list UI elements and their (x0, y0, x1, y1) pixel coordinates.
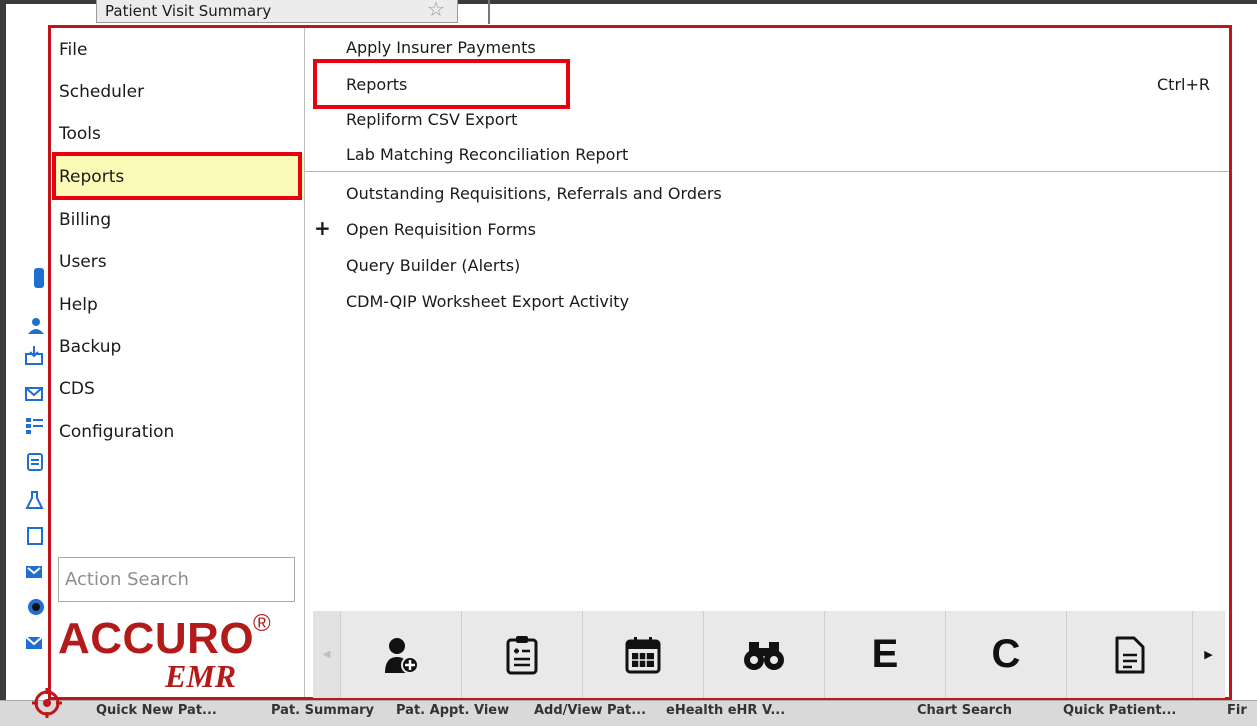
patient-visit-summary-tab[interactable]: Patient Visit Summary ☆ (96, 0, 458, 23)
toolbar-calendar-button[interactable] (582, 611, 703, 698)
tab-divider (488, 0, 490, 24)
menu-item-lab-matching-reconciliation[interactable]: Lab Matching Reconciliation Report (346, 145, 628, 164)
toolbar-scroll-left[interactable]: ◀ (313, 611, 340, 698)
category-users[interactable]: Users (59, 252, 107, 272)
category-scheduler[interactable]: Scheduler (59, 82, 144, 102)
menu-item-query-builder[interactable]: Query Builder (Alerts) (346, 256, 520, 275)
toolbar-chart-search-button[interactable]: C (945, 611, 1066, 698)
letter-c-icon: C (991, 632, 1021, 676)
reports-shortcut: Ctrl+R (1157, 75, 1210, 94)
toolbar-binoculars-button[interactable] (703, 611, 824, 698)
bottom-button-chart-search[interactable]: Chart Search (917, 703, 1012, 718)
bottom-button-quick-new-patient[interactable]: Quick New Pat... (96, 703, 217, 718)
window-left-edge (0, 0, 6, 700)
target-logo-icon[interactable] (32, 688, 62, 718)
scroll-icon[interactable] (24, 526, 44, 546)
blue-badge-icon[interactable] (24, 268, 44, 288)
category-annotation-box (52, 152, 302, 200)
menu-separator (305, 171, 1229, 172)
accuro-logo-text: ACCURO (58, 614, 255, 663)
add-patient-icon (385, 637, 419, 674)
menu-item-open-requisition-forms[interactable]: Open Requisition Forms (346, 220, 536, 239)
bottom-button-ehealth[interactable]: eHealth eHR V... (666, 703, 785, 718)
bottom-button-add-view-patient[interactable]: Add/View Pat... (534, 703, 646, 718)
toolbar-summary-button[interactable] (461, 611, 582, 698)
bottom-button-quick-patient[interactable]: Quick Patient... (1063, 703, 1176, 718)
category-tools[interactable]: Tools (59, 124, 101, 144)
patient-icon[interactable] (24, 316, 44, 336)
summary-clipboard-icon (506, 635, 538, 674)
lab-flask-icon[interactable] (24, 490, 44, 510)
web-icon[interactable] (24, 597, 44, 617)
category-help[interactable]: Help (59, 295, 98, 315)
inbox-download-icon[interactable] (24, 346, 44, 366)
letter-e-icon: E (871, 632, 899, 676)
bottom-button-pat-summary[interactable]: Pat. Summary (271, 703, 374, 718)
toolbar-document-button[interactable] (1066, 611, 1192, 698)
visit-tab-title: Patient Visit Summary (105, 2, 272, 20)
menu-item-apply-insurer-payments[interactable]: Apply Insurer Payments (346, 38, 536, 57)
bottom-button-pat-appt-view[interactable]: Pat. Appt. View (396, 703, 509, 718)
toolbar-add-patient-button[interactable] (340, 611, 461, 698)
menu-item-cdm-qip-export[interactable]: CDM-QIP Worksheet Export Activity (346, 292, 629, 311)
list-icon[interactable] (24, 416, 44, 436)
reports-item-annotation-box (313, 59, 570, 109)
fax-icon[interactable] (24, 562, 44, 582)
star-icon[interactable]: ☆ (427, 0, 445, 21)
category-configuration[interactable]: Configuration (59, 422, 174, 442)
calendar-icon (625, 636, 661, 673)
registered-mark: ® (253, 610, 271, 637)
menu-item-repliform-csv-export[interactable]: Repliform CSV Export (346, 110, 517, 129)
expand-plus-icon[interactable]: + (314, 216, 331, 240)
bottom-button-partial[interactable]: Fir (1227, 703, 1247, 718)
emr-logo-text: EMR (165, 658, 237, 694)
menu-item-outstanding-requisitions[interactable]: Outstanding Requisitions, Referrals and … (346, 184, 722, 203)
document-icon (1115, 636, 1144, 673)
category-cds[interactable]: CDS (59, 379, 95, 399)
category-file[interactable]: File (59, 40, 87, 60)
binoculars-icon (744, 641, 784, 670)
category-billing[interactable]: Billing (59, 210, 111, 230)
message-icon[interactable] (24, 633, 44, 653)
action-search-input[interactable] (58, 557, 295, 602)
category-backup[interactable]: Backup (59, 337, 121, 357)
toolbar-scroll-right[interactable]: ▶ (1192, 611, 1224, 698)
document-side-icon[interactable] (24, 452, 44, 472)
mail-icon[interactable] (24, 384, 44, 404)
toolbar-ehealth-button[interactable]: E (824, 611, 945, 698)
